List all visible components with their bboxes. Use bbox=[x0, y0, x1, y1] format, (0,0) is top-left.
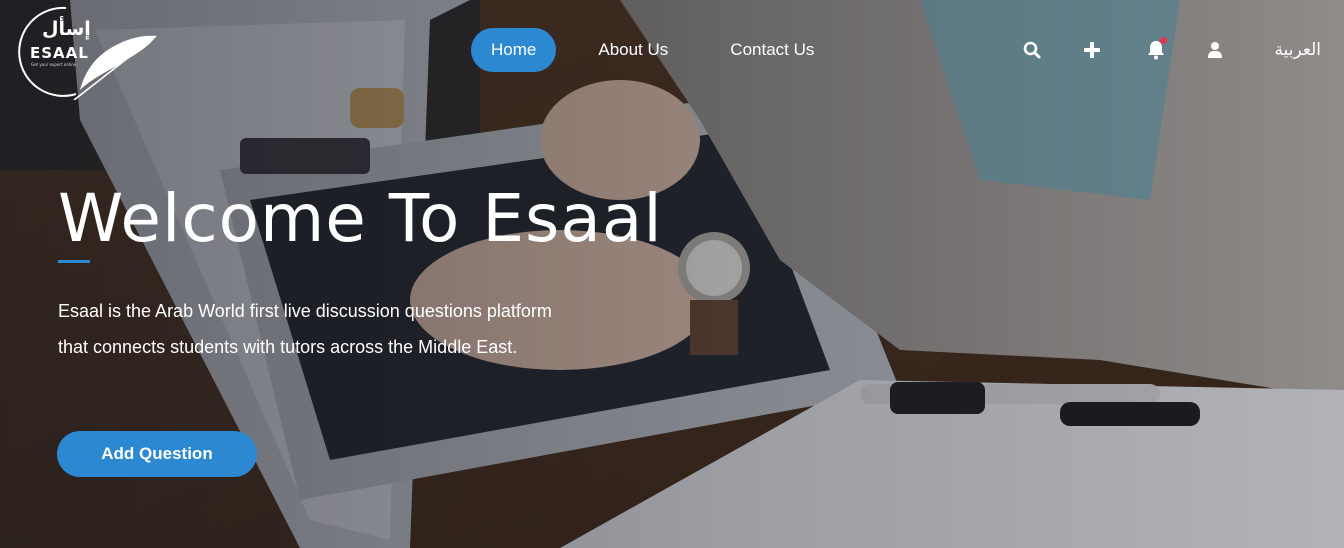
add-question-button[interactable]: Add Question bbox=[57, 431, 257, 477]
logo-arabic-text: إسأل bbox=[42, 18, 91, 40]
notification-dot bbox=[1160, 37, 1167, 44]
plus-icon bbox=[1084, 42, 1100, 58]
nav-contact-us-link[interactable]: Contact Us bbox=[710, 28, 834, 72]
hero-title: Welcome To Esaal bbox=[58, 180, 663, 257]
esaal-logo[interactable]: إسأل ESAAL Get your expert online bbox=[16, 4, 161, 101]
search-icon bbox=[1023, 41, 1041, 59]
nav-home-link[interactable]: Home bbox=[471, 28, 557, 72]
logo-tagline: Get your expert online bbox=[31, 62, 77, 67]
add-question-icon-button[interactable] bbox=[1079, 37, 1105, 63]
user-icon bbox=[1208, 42, 1222, 58]
hero-section: إسأل ESAAL Get your expert online Home A… bbox=[0, 0, 1344, 548]
user-account-button[interactable] bbox=[1202, 37, 1228, 63]
main-nav: Home About Us Contact Us bbox=[471, 28, 856, 72]
language-switch-link[interactable]: العربية bbox=[1275, 36, 1321, 64]
notifications-button[interactable] bbox=[1143, 37, 1169, 63]
nav-about-us-link[interactable]: About Us bbox=[578, 28, 688, 72]
logo-english-text: ESAAL bbox=[30, 44, 89, 62]
hero-description: Esaal is the Arab World first live discu… bbox=[58, 301, 552, 357]
title-underline-accent bbox=[58, 260, 90, 263]
search-button[interactable] bbox=[1019, 37, 1045, 63]
